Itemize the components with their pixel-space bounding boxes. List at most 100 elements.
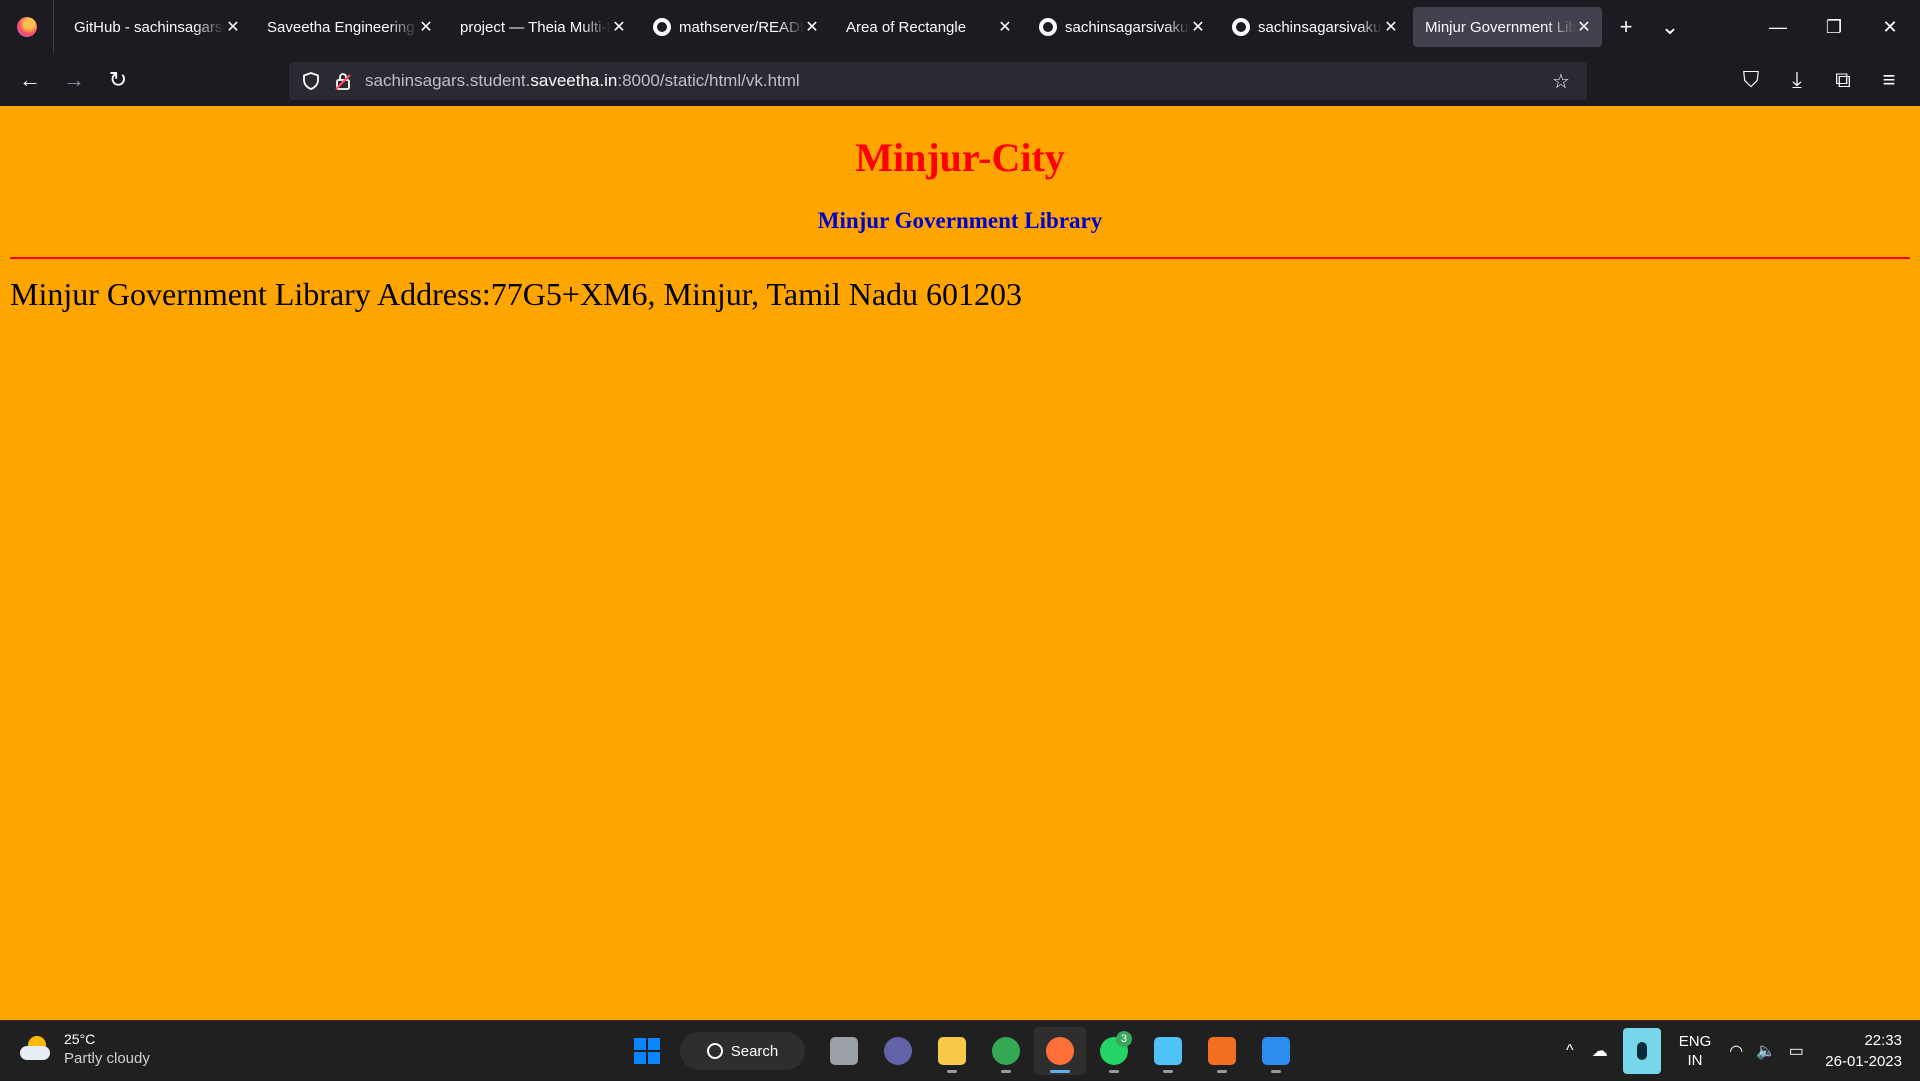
tab-close-icon[interactable]: ✕ — [225, 17, 241, 37]
input-language[interactable]: ENG IN — [1679, 1032, 1712, 1070]
tab-3[interactable]: mathserver/README.md✕ — [641, 7, 830, 47]
url-prefix: sachinsagars.student. — [365, 71, 531, 90]
back-button[interactable]: ← — [8, 62, 52, 98]
running-indicator — [1050, 1070, 1070, 1073]
firefox-menu-icon[interactable] — [0, 0, 54, 54]
photos-icon[interactable] — [1250, 1027, 1302, 1075]
teams-chat-icon[interactable] — [872, 1027, 924, 1075]
tab-label: Minjur Government Library — [1425, 18, 1576, 36]
app-menu-icon[interactable]: ≡ — [1866, 62, 1912, 98]
tab-close-icon[interactable]: ✕ — [804, 17, 820, 37]
tab-close-icon[interactable]: ✕ — [1383, 17, 1399, 37]
file-explorer-icon[interactable] — [926, 1027, 978, 1075]
tab-label: sachinsagarsivakumar — [1065, 18, 1190, 36]
firefox-icon[interactable] — [1034, 1027, 1086, 1075]
whatsapp-icon[interactable]: 3 — [1088, 1027, 1140, 1075]
navigation-toolbar: ← → ↻ sachinsagars.student.saveetha.in:8… — [0, 54, 1920, 106]
browser-chrome: GitHub - sachinsagarsivakumar✕Saveetha E… — [0, 0, 1920, 106]
pocket-icon[interactable]: ⛉ — [1728, 62, 1774, 98]
tab-5[interactable]: sachinsagarsivakumar✕ — [1027, 7, 1216, 47]
notification-badge: 3 — [1116, 1031, 1132, 1047]
file-explorer-icon-glyph — [938, 1037, 966, 1065]
tab-4[interactable]: Area of Rectangle ✕ — [834, 7, 1023, 47]
new-tab-button[interactable]: + — [1604, 7, 1648, 47]
tab-label: GitHub - sachinsagarsivakumar — [74, 18, 225, 36]
tab-close-icon[interactable]: ✕ — [997, 17, 1013, 37]
notepad-icon[interactable] — [1142, 1027, 1194, 1075]
show-hidden-icons-chevron-icon[interactable]: ^ — [1555, 1042, 1585, 1060]
github-icon — [1232, 18, 1250, 36]
toolbar-right: ⛉ ⤓ ⧉ ≡ — [1728, 54, 1920, 106]
library-address: Minjur Government Library Address:77G5+X… — [10, 276, 1023, 312]
onedrive-cloud-icon[interactable]: ☁ — [1585, 1041, 1615, 1061]
running-indicator — [1217, 1070, 1227, 1073]
volume-icon[interactable]: 🔈 — [1751, 1041, 1781, 1061]
forward-button[interactable]: → — [52, 62, 96, 98]
partly-cloudy-icon — [20, 1034, 54, 1064]
restore-button[interactable]: ❐ — [1806, 0, 1862, 54]
battery-icon[interactable]: ▭ — [1781, 1041, 1811, 1061]
page-subtitle: Minjur Government Library — [817, 208, 1103, 233]
microphone-icon[interactable] — [1622, 1028, 1661, 1074]
chrome-icon[interactable] — [980, 1027, 1032, 1075]
tab-1[interactable]: Saveetha Engineering College✕ — [255, 7, 444, 47]
tab-label: Saveetha Engineering College — [267, 18, 418, 36]
tab-7[interactable]: Minjur Government Library✕ — [1413, 7, 1602, 47]
fusion360-icon-glyph — [1208, 1037, 1236, 1065]
lang-region: IN — [1687, 1052, 1703, 1069]
list-all-tabs-button[interactable]: ⌄ — [1648, 7, 1692, 47]
tab-label: mathserver/README.md — [679, 18, 804, 36]
system-tray: ^ ☁ ENG IN ◠ 🔈 ▭ 22:33 26-01-2023 — [1555, 1021, 1920, 1081]
tab-0[interactable]: GitHub - sachinsagarsivakumar✕ — [62, 7, 251, 47]
address-bar[interactable]: sachinsagars.student.saveetha.in:8000/st… — [289, 62, 1587, 100]
chrome-icon-glyph — [992, 1037, 1020, 1065]
tab-close-icon[interactable]: ✕ — [1576, 17, 1592, 37]
tab-2[interactable]: project — Theia Multi-Language✕ — [448, 7, 637, 47]
running-indicator — [1163, 1070, 1173, 1073]
task-view-icon[interactable] — [818, 1027, 870, 1075]
start-icon-glyph — [633, 1037, 661, 1065]
system-clock[interactable]: 22:33 26-01-2023 — [1825, 1030, 1902, 1072]
tab-bar: GitHub - sachinsagarsivakumar✕Saveetha E… — [0, 0, 1920, 54]
lang-code: ENG — [1678, 1033, 1712, 1050]
minimize-button[interactable]: — — [1750, 0, 1806, 54]
weather-widget[interactable]: 25°C Partly cloudy — [20, 1029, 150, 1069]
page-title: Minjur-City — [855, 135, 1065, 180]
bookmark-star-icon[interactable]: ☆ — [1545, 62, 1577, 100]
taskbar-search-button[interactable]: Search — [680, 1032, 805, 1070]
url-path: :8000/static/html/vk.html — [617, 71, 800, 90]
fusion360-icon[interactable] — [1196, 1027, 1248, 1075]
tab-close-icon[interactable]: ✕ — [611, 17, 627, 37]
taskbar-apps: Search 3 — [620, 1027, 1303, 1075]
weather-temp: 25°C — [64, 1031, 96, 1047]
start-icon[interactable] — [621, 1027, 673, 1075]
close-window-button[interactable]: ✕ — [1862, 0, 1918, 54]
tab-6[interactable]: sachinsagarsivakumar✕ — [1220, 7, 1409, 47]
teams-chat-icon-glyph — [884, 1037, 912, 1065]
github-icon — [653, 18, 671, 36]
extensions-icon[interactable]: ⧉ — [1820, 62, 1866, 98]
tabs-strip: GitHub - sachinsagarsivakumar✕Saveetha E… — [60, 7, 1604, 47]
downloads-icon[interactable]: ⤓ — [1774, 62, 1820, 98]
horizontal-rule — [10, 257, 1910, 259]
tab-close-icon[interactable]: ✕ — [1190, 17, 1206, 37]
tab-label: Area of Rectangle — [846, 18, 967, 36]
github-icon — [1039, 18, 1057, 36]
weather-condition: Partly cloudy — [64, 1050, 150, 1067]
photos-icon-glyph — [1262, 1037, 1290, 1065]
tab-label: sachinsagarsivakumar — [1258, 18, 1383, 36]
windows-taskbar: 25°C Partly cloudy Search 3 ^ ☁ ENG IN ◠ … — [0, 1020, 1920, 1080]
wifi-icon[interactable]: ◠ — [1721, 1041, 1751, 1061]
notepad-icon-glyph — [1154, 1037, 1182, 1065]
firefox-icon-glyph — [1046, 1037, 1074, 1065]
task-view-icon-glyph — [830, 1037, 858, 1065]
insecure-lock-icon[interactable] — [327, 62, 359, 100]
reload-button[interactable]: ↻ — [96, 62, 140, 98]
search-label: Search — [730, 1042, 779, 1060]
tab-close-icon[interactable]: ✕ — [418, 17, 434, 37]
tracking-protection-shield-icon[interactable] — [295, 62, 327, 100]
running-indicator — [1001, 1070, 1011, 1073]
clock-date: 26-01-2023 — [1825, 1053, 1902, 1070]
web-page: Minjur-City Minjur Government Library Mi… — [0, 106, 1920, 1020]
url-text[interactable]: sachinsagars.student.saveetha.in:8000/st… — [365, 71, 800, 91]
